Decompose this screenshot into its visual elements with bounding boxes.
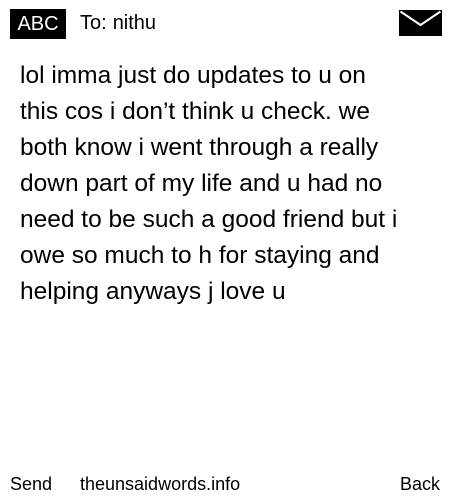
site-label: theunsaidwords.info (80, 474, 241, 494)
recipient-prefix: To: (80, 12, 107, 34)
back-button[interactable]: Back (400, 472, 440, 496)
recipient-field[interactable]: To: nithu (80, 10, 156, 36)
send-button[interactable]: Send (10, 472, 52, 496)
message-header: ABC To: nithu (0, 0, 450, 46)
envelope-icon (399, 10, 442, 36)
recipient-name: nithu (112, 12, 157, 34)
message-body[interactable]: lol imma just do updates to u on this co… (20, 58, 440, 310)
input-mode-badge[interactable]: ABC (10, 9, 66, 39)
